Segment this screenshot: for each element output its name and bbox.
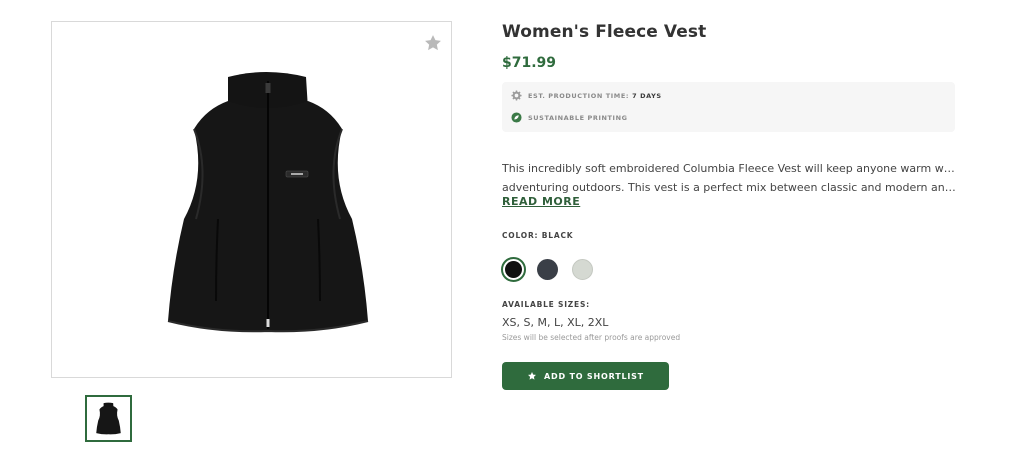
favorite-star-icon[interactable] [423, 33, 443, 53]
product-description: This incredibly soft embroidered Columbi… [502, 159, 957, 197]
product-main-image [51, 21, 452, 378]
sustainable-row: SUSTAINABLE PRINTING [511, 112, 628, 123]
sustainable-label: SUSTAINABLE PRINTING [528, 113, 628, 122]
color-swatch-black-dot [505, 261, 522, 278]
production-time-label: EST. PRODUCTION TIME: [528, 91, 630, 100]
product-info-box: EST. PRODUCTION TIME: 7 DAYS SUSTAINABLE… [502, 82, 955, 132]
production-time-row: EST. PRODUCTION TIME: 7 DAYS [511, 90, 662, 101]
product-thumbnail[interactable] [85, 395, 132, 442]
add-to-shortlist-button[interactable]: ADD TO SHORTLIST [502, 362, 669, 390]
sizes-label: AVAILABLE SIZES: [502, 300, 590, 309]
vest-image [167, 72, 369, 333]
product-price: $71.99 [502, 55, 557, 71]
sizes-value: XS, S, M, L, XL, 2XL [502, 316, 609, 329]
color-swatch-sage[interactable] [572, 259, 593, 280]
add-to-shortlist-label: ADD TO SHORTLIST [544, 371, 644, 381]
star-icon [528, 372, 536, 380]
color-swatch-black[interactable] [501, 257, 526, 282]
read-more-link[interactable]: READ MORE [502, 195, 580, 208]
color-swatch-charcoal[interactable] [537, 259, 558, 280]
product-title: Women's Fleece Vest [502, 22, 707, 42]
description-line-1: This incredibly soft embroidered Columbi… [502, 162, 957, 175]
vest-thumbnail-image [96, 402, 121, 435]
gear-icon [511, 90, 522, 101]
leaf-icon [511, 112, 522, 123]
production-time-value: 7 DAYS [632, 91, 662, 100]
color-label: COLOR: BLACK [502, 231, 574, 240]
sizes-note: Sizes will be selected after proofs are … [502, 333, 681, 342]
